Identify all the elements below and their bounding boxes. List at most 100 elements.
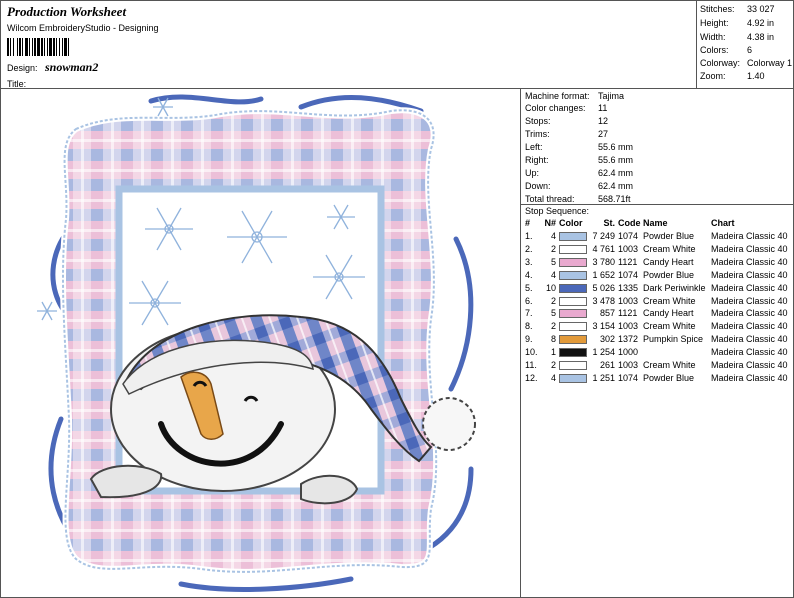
stop-sequence: Stop Sequence: # N# Color St. Code Name …: [521, 205, 794, 598]
stat-stitches: Stitches: 33 027: [700, 4, 775, 14]
row-chart: Madeira Classic 40: [711, 360, 788, 370]
row-index: 3.: [525, 256, 533, 267]
row-stitches: 7 249: [592, 231, 615, 241]
row-code: 1372: [618, 334, 639, 345]
production-worksheet: Production Worksheet Wilcom EmbroiderySt…: [0, 0, 794, 598]
stop-sequence-title: Stop Sequence:: [525, 206, 590, 216]
col-name: Name: [643, 218, 668, 228]
row-chart: Madeira Classic 40: [711, 269, 788, 280]
row-code: 1000: [618, 347, 639, 358]
info-stops: Stops: 12: [525, 116, 609, 126]
row-stitches: 3 478: [592, 295, 615, 306]
color-swatch: [559, 348, 587, 358]
row-chart: Madeira Classic 40: [711, 334, 788, 345]
row-stitches: 3 154: [592, 321, 615, 332]
design-preview: [1, 89, 521, 598]
row-code: 1335: [618, 282, 639, 293]
info-trims: Trims: 27: [525, 129, 609, 139]
stat-width: Width: 4.38 in: [700, 32, 775, 42]
row-code: 1121: [618, 256, 638, 267]
row-index: 9.: [525, 334, 533, 345]
row-needle: 4: [550, 372, 556, 383]
row-name: Cream White: [643, 295, 696, 306]
snowman-right-hand: [300, 474, 359, 505]
row-name: Cream White: [643, 243, 696, 254]
row-chart: Madeira Classic 40: [711, 347, 788, 358]
row-name: Dark Periwinkle: [643, 282, 706, 293]
row-chart: Madeira Classic 40: [711, 295, 788, 306]
col-chart: Chart: [711, 218, 735, 228]
row-index: 7.: [525, 308, 533, 319]
color-swatch: [559, 244, 587, 254]
row-index: 1.: [525, 231, 533, 241]
table-row: 8. 2 3 154 1003 Cream White Madeira Classic 4…: [521, 321, 794, 333]
row-code: 1003: [618, 243, 639, 254]
row-index: 11.: [525, 360, 537, 370]
row-name: Pumpkin Spice: [643, 334, 704, 345]
color-swatch: [559, 335, 587, 345]
row-chart: Madeira Classic 40: [711, 321, 788, 332]
row-needle: 1: [550, 347, 556, 358]
table-row: 4. 4 1 652 1074 Powder Blue Madeira Classic 4…: [521, 270, 794, 282]
row-code: 1074: [618, 372, 639, 383]
row-name: Cream White: [643, 321, 696, 332]
row-needle: 2: [550, 321, 556, 332]
row-name: Powder Blue: [643, 269, 695, 280]
row-code: 1003: [618, 295, 639, 306]
row-stitches: 1 254: [592, 347, 615, 358]
table-row: 9. 8 302 1372 Pumpkin Spice Madeira Classic 4…: [521, 334, 794, 346]
row-index: 4.: [525, 269, 533, 280]
table-row: 11. 2 261 1003 Cream White Madeira Classic 40: [521, 360, 794, 372]
row-name: Cream White: [643, 360, 696, 370]
row-chart: Madeira Classic 40: [711, 308, 788, 319]
row-needle: 8: [550, 334, 556, 345]
row-needle: 2: [550, 295, 556, 306]
row-index: 2.: [525, 243, 533, 254]
software-name: Wilcom EmbroideryStudio - Designing: [7, 23, 159, 33]
row-name: Powder Blue: [643, 231, 695, 241]
row-index: 5.: [525, 282, 533, 293]
row-code: 1121: [618, 308, 638, 319]
row-stitches: 4 761: [592, 243, 615, 254]
row-stitches: 302: [599, 334, 615, 345]
row-stitches: 1 251: [592, 372, 615, 383]
info-total-thread: Total thread: 568.71ft: [525, 194, 631, 204]
row-needle: 4: [550, 269, 556, 280]
row-code: 1074: [618, 231, 639, 241]
row-needle: 10: [545, 282, 556, 293]
row-stitches: 1 652: [592, 269, 615, 280]
row-code: 1074: [618, 269, 639, 280]
row-name: Candy Heart: [643, 308, 694, 319]
row-code: 1003: [618, 360, 639, 370]
stat-zoom: Zoom: 1.40: [700, 71, 765, 81]
row-chart: Madeira Classic 40: [711, 256, 788, 267]
color-swatch: [559, 257, 587, 267]
color-swatch: [559, 232, 587, 241]
row-name: Powder Blue: [643, 372, 695, 383]
row-needle: 5: [550, 308, 556, 319]
row-stitches: 261: [599, 360, 615, 370]
worksheet-title: Production Worksheet: [7, 4, 127, 19]
design-name: snowman2: [45, 60, 99, 74]
table-row: 3. 5 3 780 1121 Candy Heart Madeira Classic 4…: [521, 257, 794, 269]
table-row: 10. 1 1 254 1000 Madeira Classic 40: [521, 347, 794, 359]
row-code: 1003: [618, 321, 639, 332]
row-name: Candy Heart: [643, 256, 694, 267]
info-machine-format: Machine format: Tajima: [525, 91, 625, 101]
info-up: Up: 62.4 mm: [525, 168, 634, 178]
row-chart: Madeira Classic 40: [711, 372, 788, 383]
col-needle: N#: [544, 218, 556, 228]
stat-colorway: Colorway: Colorway 1: [700, 58, 793, 68]
table-row: 5. 10 5 026 1335 Dark Periwinkle Madeira Clas…: [521, 283, 794, 295]
barcode: [7, 38, 103, 56]
row-needle: 2: [550, 243, 556, 254]
design-label: Design:: [7, 63, 38, 73]
row-stitches: 5 026: [592, 282, 615, 293]
stop-sequence-header: # N# Color St. Code Name Chart: [521, 218, 794, 230]
table-row: 12. 4 1 251 1074 Powder Blue Madeira Classic …: [521, 373, 794, 385]
table-row: 7. 5 857 1121 Candy Heart Madeira Classic 40: [521, 308, 794, 320]
table-row: 1. 4 7 249 1074 Powder Blue Madeira Classic 4…: [521, 231, 794, 243]
row-index: 6.: [525, 295, 533, 306]
row-stitches: 3 780: [592, 256, 615, 267]
info-right: Right: 55.6 mm: [525, 155, 634, 165]
